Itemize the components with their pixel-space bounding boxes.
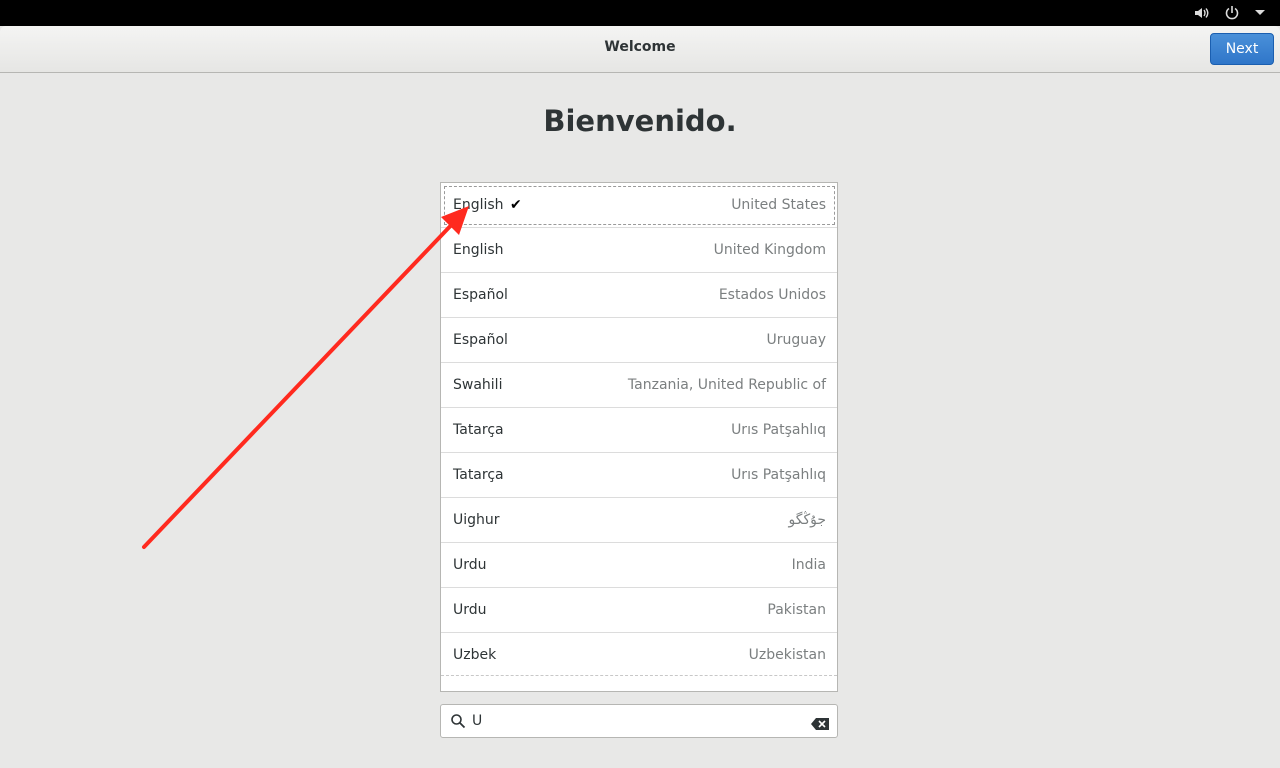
language-row[interactable]: English ✔ United States — [441, 183, 837, 228]
language-row[interactable]: Español Uruguay — [441, 318, 837, 363]
language-name: English — [453, 197, 504, 213]
list-scroll-edge — [441, 675, 837, 691]
language-name: Uzbek — [453, 647, 497, 663]
language-name: Español — [453, 287, 508, 303]
volume-icon[interactable] — [1194, 5, 1210, 21]
region-name: Urıs Patşahlıq — [731, 467, 826, 483]
region-name: United Kingdom — [713, 242, 826, 258]
language-row[interactable]: Uzbek Uzbekistan — [441, 633, 837, 678]
language-name: Urdu — [453, 557, 487, 573]
region-name: Tanzania, United Republic of — [627, 377, 826, 393]
language-name: Tatarça — [453, 422, 504, 438]
language-row[interactable]: Uighur جۇڭگو — [441, 498, 837, 543]
arrow-shaft — [142, 216, 460, 549]
welcome-heading: Bienvenido. — [543, 104, 737, 138]
language-row[interactable]: Tatarça Urıs Patşahlıq — [441, 453, 837, 498]
language-search-field[interactable]: U — [440, 704, 838, 738]
language-name: Urdu — [453, 602, 487, 618]
language-row[interactable]: Tatarça Urıs Patşahlıq — [441, 408, 837, 453]
region-name: India — [791, 557, 826, 573]
system-tray[interactable] — [1194, 3, 1266, 23]
clear-icon[interactable] — [811, 715, 829, 734]
language-row[interactable]: Urdu Pakistan — [441, 588, 837, 633]
region-name: Urıs Patşahlıq — [731, 422, 826, 438]
search-icon — [450, 713, 466, 733]
language-row[interactable]: English United Kingdom — [441, 228, 837, 273]
header-bar: Welcome Next — [0, 26, 1280, 73]
region-name: Uruguay — [766, 332, 827, 348]
chevron-down-icon[interactable] — [1254, 9, 1266, 17]
search-input[interactable]: U — [472, 713, 482, 729]
region-name: Estados Unidos — [718, 287, 826, 303]
window-title: Welcome — [604, 39, 676, 55]
top-bar — [0, 0, 1280, 26]
checkmark-icon: ✔ — [510, 197, 522, 213]
region-name: United States — [731, 197, 826, 213]
region-name: Uzbekistan — [748, 647, 826, 663]
language-name: Tatarça — [453, 467, 504, 483]
next-button[interactable]: Next — [1210, 33, 1274, 65]
power-icon[interactable] — [1224, 5, 1240, 21]
language-name: Uighur — [453, 512, 500, 528]
language-name: English — [453, 242, 504, 258]
language-row[interactable]: Swahili Tanzania, United Republic of — [441, 363, 837, 408]
language-name: Español — [453, 332, 508, 348]
region-name: Pakistan — [767, 602, 826, 618]
language-row[interactable]: Español Estados Unidos — [441, 273, 837, 318]
language-name: Swahili — [453, 377, 503, 393]
language-list[interactable]: English ✔ United States English United Kingd… — [440, 182, 838, 692]
region-name: جۇڭگو — [788, 512, 826, 528]
language-row[interactable]: Urdu India — [441, 543, 837, 588]
